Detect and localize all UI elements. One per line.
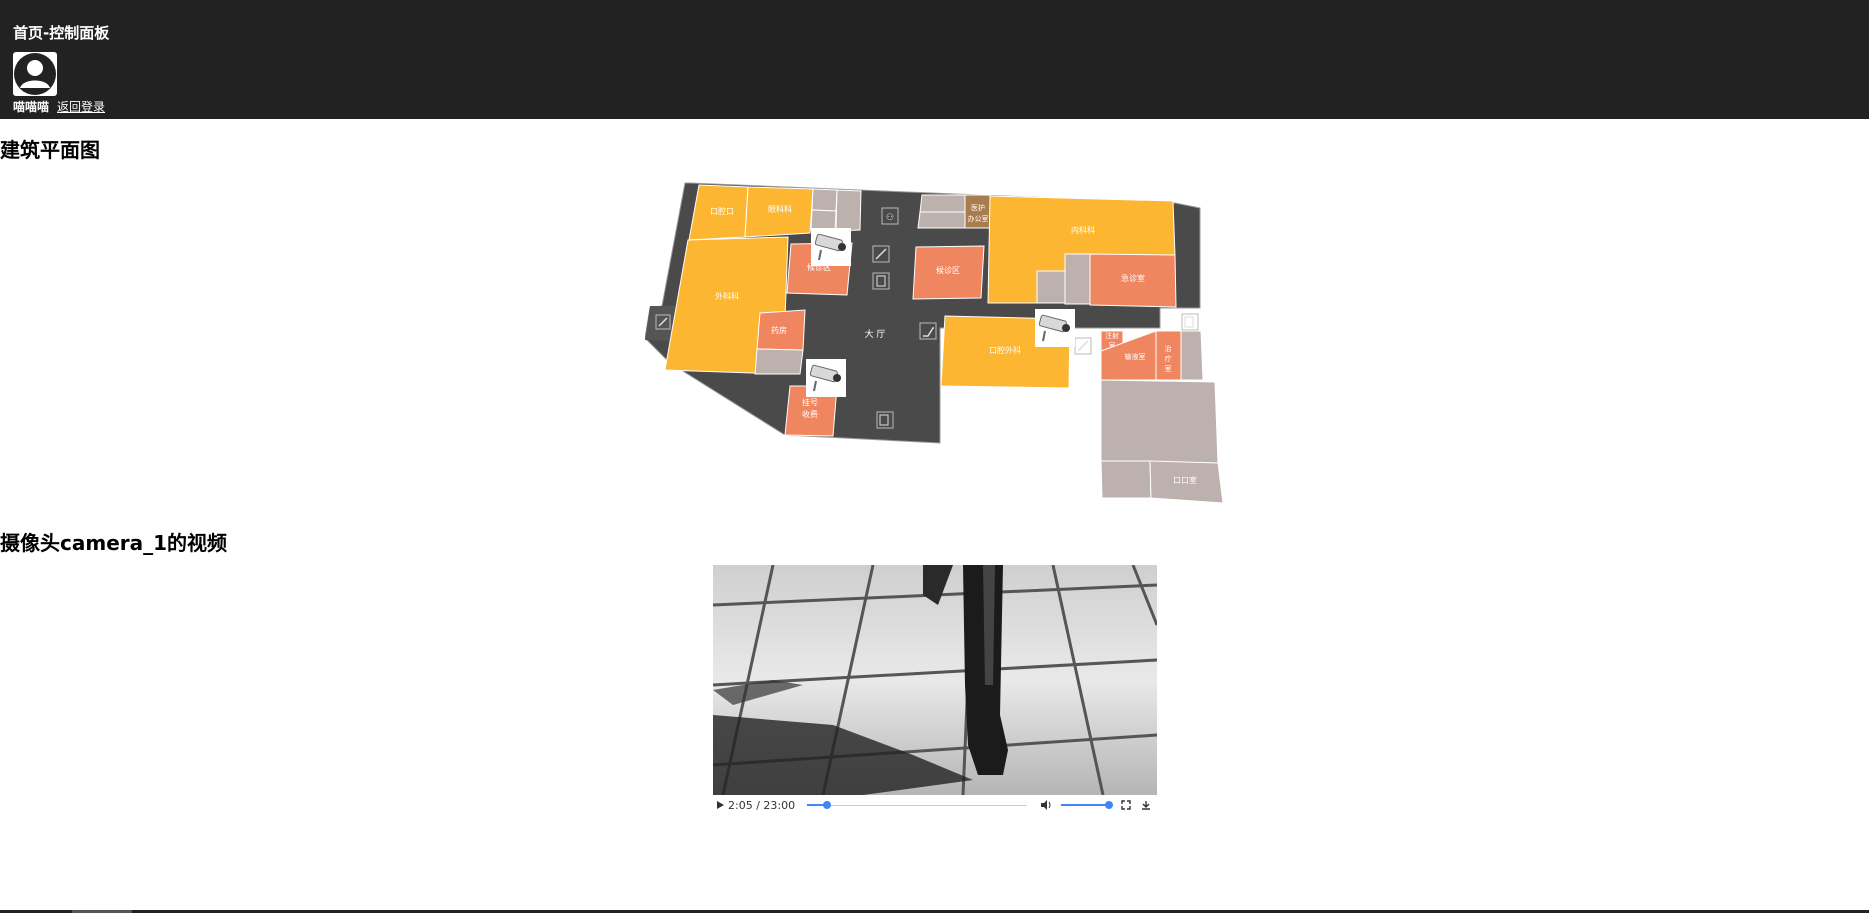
svg-text:治: 治	[1165, 344, 1172, 353]
room-label-r6: 药房	[771, 325, 787, 335]
volume-icon[interactable]	[1039, 798, 1053, 812]
page-title: 首页-控制面板	[13, 24, 110, 42]
room-label-r3: 外科科	[715, 291, 739, 301]
floorplan-heading: 建筑平面图	[0, 138, 100, 162]
time-separator: /	[752, 798, 764, 812]
volume-slider[interactable]	[1061, 799, 1114, 811]
return-login-link[interactable]: 返回登录	[57, 100, 105, 114]
room-label-r12: 口腔外科	[989, 345, 1021, 355]
room-label-r11: 急诊室	[1121, 273, 1145, 283]
camera-icon[interactable]	[811, 228, 851, 266]
video-controls: 2:05 / 23:00	[713, 795, 1157, 815]
room-label-r8: 大 厅	[865, 328, 886, 340]
svg-text:注射: 注射	[1105, 331, 1119, 340]
play-icon[interactable]	[713, 798, 727, 812]
stairs-icon-right	[1074, 337, 1092, 355]
progress-bar[interactable]	[807, 799, 1028, 811]
svg-text:室: 室	[1165, 364, 1172, 373]
svg-text:疗: 疗	[1165, 354, 1172, 363]
exit-icon-right	[1181, 313, 1199, 331]
user-info: 喵喵喵 返回登录	[13, 98, 105, 115]
room-label-r7a: 挂号	[802, 397, 818, 407]
video-heading: 摄像头camera_1的视频	[0, 531, 228, 555]
video-player[interactable]: 2:05 / 23:00	[713, 565, 1157, 815]
camera-icon[interactable]	[1035, 309, 1075, 347]
avatar-icon[interactable]	[13, 52, 57, 96]
room-label-r1: 口腔口	[710, 206, 734, 216]
video-frame[interactable]	[713, 565, 1157, 795]
svg-text:办公室: 办公室	[968, 214, 989, 223]
room-label-r10: 内科科	[1071, 225, 1095, 235]
progress-handle[interactable]	[822, 801, 831, 809]
room-label-r16: 口口室	[1173, 475, 1197, 485]
time-total: 23:00	[763, 798, 796, 812]
room-label-r2: 眼科科	[768, 204, 792, 214]
room-label-r7b: 收费	[802, 409, 818, 419]
top-header: 首页-控制面板 喵喵喵 返回登录	[0, 0, 1869, 119]
floorplan-map: 口腔口 眼科科 外科科 候诊区 药房 挂号 收费 大 厅 医护 办公室 候诊区 …	[644, 178, 1225, 508]
room-label-r14: 输液室	[1125, 352, 1146, 361]
svg-text:⚇: ⚇	[886, 213, 894, 223]
username: 喵喵喵	[13, 100, 50, 114]
svg-text:医护: 医护	[971, 203, 985, 212]
download-icon[interactable]	[1139, 798, 1153, 812]
room-label-r5: 候诊区	[936, 265, 960, 275]
time-current: 2:05	[728, 798, 753, 812]
camera-icon[interactable]	[806, 359, 846, 397]
fullscreen-icon[interactable]	[1119, 798, 1133, 812]
